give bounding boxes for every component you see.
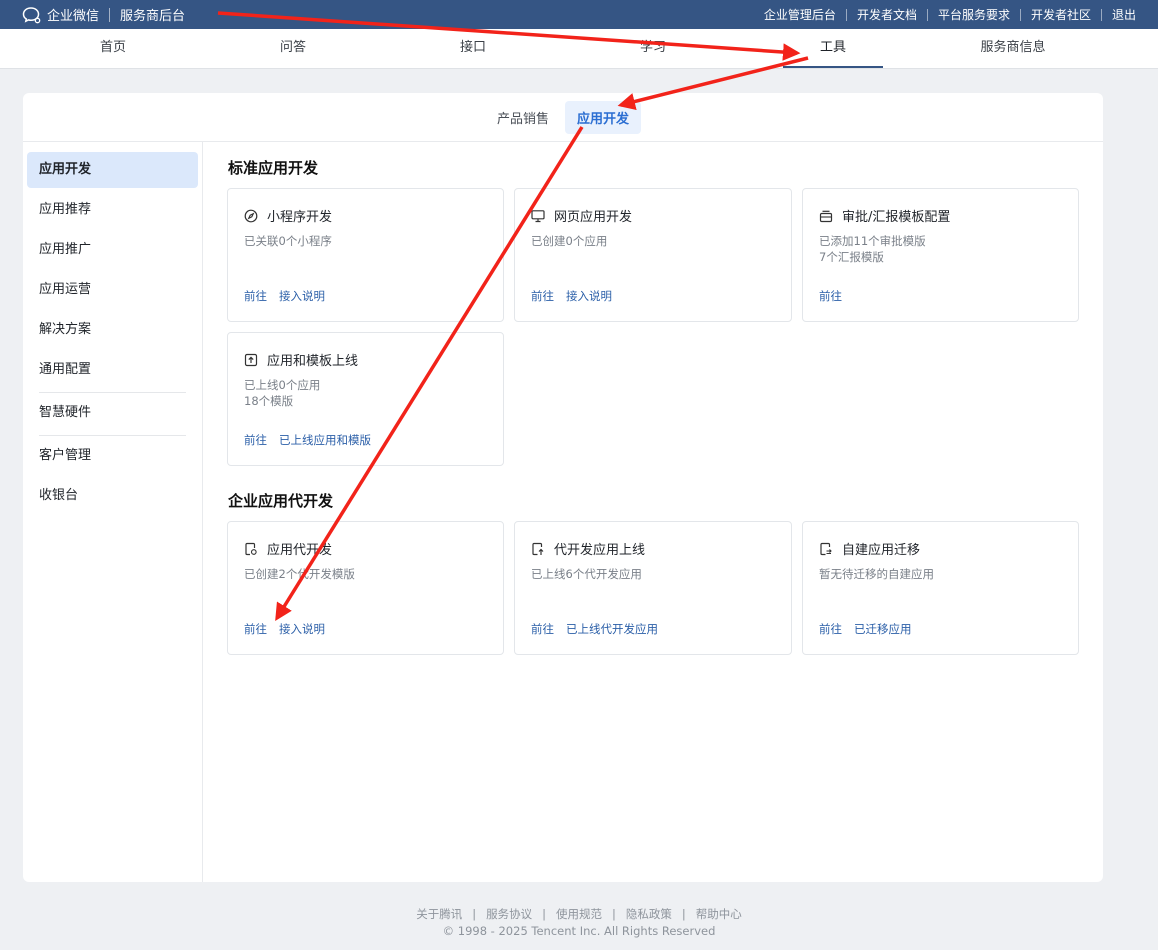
- footer-link-privacy[interactable]: 隐私政策: [626, 906, 672, 922]
- card-desc: 已关联0个小程序: [244, 234, 332, 248]
- goto-link[interactable]: 前往: [244, 288, 267, 304]
- sidebar-item-app-recommend[interactable]: 应用推荐: [27, 192, 198, 228]
- card-miniprogram: 小程序开发 已关联0个小程序 前往 接入说明: [227, 188, 504, 322]
- goto-link[interactable]: 前往: [244, 621, 267, 637]
- footer-link-usage-rules[interactable]: 使用规范: [556, 906, 602, 922]
- doc-gear-icon: [245, 542, 257, 555]
- link-service-requirements[interactable]: 平台服务要求: [938, 6, 1010, 23]
- goto-link[interactable]: 前往: [531, 288, 554, 304]
- online-custom-apps-link[interactable]: 已上线代开发应用: [566, 621, 658, 637]
- section-title-custom-dev: 企业应用代开发: [228, 492, 334, 510]
- sidebar-item-smart-hardware[interactable]: 智慧硬件: [27, 395, 198, 431]
- goto-link[interactable]: 前往: [819, 621, 842, 637]
- card-app-template-online: 应用和模板上线 已上线0个应用 18个模版 前往 已上线应用和模版: [227, 332, 504, 466]
- card-title: 代开发应用上线: [554, 543, 646, 558]
- card-web-app: 网页应用开发 已创建0个应用 前往 接入说明: [514, 188, 792, 322]
- footer-link-agreement[interactable]: 服务协议: [486, 906, 532, 922]
- section-title-standard: 标准应用开发: [228, 159, 319, 177]
- sub-tabs: 产品销售 应用开发: [23, 93, 1103, 142]
- card-title: 小程序开发: [267, 210, 333, 225]
- nav-api[interactable]: 接口: [383, 29, 563, 68]
- doc-migrate-icon: [820, 542, 832, 555]
- goto-link[interactable]: 前往: [531, 621, 554, 637]
- brand-subtitle: 服务商后台: [120, 9, 186, 24]
- divider: |: [472, 907, 477, 921]
- card-approval-template: 审批/汇报模板配置 已添加11个审批模版 7个汇报模版 前往: [802, 188, 1079, 322]
- divider: [1019, 8, 1021, 21]
- guide-link[interactable]: 接入说明: [279, 288, 325, 304]
- footer-link-about[interactable]: 关于腾讯: [416, 906, 462, 922]
- nav-tools[interactable]: 工具: [743, 29, 923, 68]
- main-panel: 产品销售 应用开发 应用开发 应用推荐 应用推广 应用运营 解决方案 通用配置 …: [23, 93, 1103, 882]
- nav-home[interactable]: 首页: [23, 29, 203, 68]
- top-links: 企业管理后台 开发者文档 平台服务要求 开发者社区 退出: [764, 6, 1136, 23]
- card-desc: 暂无待迁移的自建应用: [819, 567, 934, 581]
- upload-icon: [244, 353, 258, 366]
- copyright: © 1998 - 2025 Tencent Inc. All Rights Re…: [442, 924, 716, 938]
- divider: [845, 8, 847, 21]
- nav-provider-info[interactable]: 服务商信息: [923, 29, 1103, 68]
- sidebar-divider: [39, 392, 186, 393]
- card-desc: 已添加11个审批模版 7个汇报模版: [819, 234, 926, 264]
- card-title: 网页应用开发: [554, 210, 633, 225]
- doc-upload-icon: [532, 542, 544, 555]
- tab-product-sales[interactable]: 产品销售: [485, 101, 561, 134]
- sidebar-item-general-config[interactable]: 通用配置: [27, 352, 198, 388]
- card-title: 审批/汇报模板配置: [842, 210, 951, 225]
- card-custom-dev-online: 代开发应用上线 已上线6个代开发应用 前往 已上线代开发应用: [514, 521, 792, 655]
- tab-app-development[interactable]: 应用开发: [565, 100, 642, 134]
- nav-learn[interactable]: 学习: [563, 29, 743, 68]
- guide-link[interactable]: 接入说明: [566, 288, 612, 304]
- brand-name: 企业微信: [47, 9, 100, 24]
- divider: [926, 8, 928, 21]
- brand-divider: [109, 7, 111, 22]
- card-custom-dev: 应用代开发 已创建2个代开发模版 前往 接入说明: [227, 521, 504, 655]
- card-grid-standard: 小程序开发 已关联0个小程序 前往 接入说明 网页应用开发 已创建0个应用 前往…: [227, 188, 1079, 466]
- footer: 关于腾讯 | 服务协议 | 使用规范 | 隐私政策 | 帮助中心 © 1998 - 20…: [0, 906, 1158, 938]
- inbox-icon: [819, 210, 833, 222]
- link-logout[interactable]: 退出: [1112, 6, 1136, 23]
- link-dev-community[interactable]: 开发者社区: [1031, 6, 1091, 23]
- top-bar: 企业微信 服务商后台 企业管理后台 开发者文档 平台服务要求 开发者社区 退出: [0, 0, 1158, 29]
- link-admin-console[interactable]: 企业管理后台: [764, 6, 836, 23]
- sidebar-item-app-dev[interactable]: 应用开发: [27, 152, 198, 188]
- card-grid-custom-dev: 应用代开发 已创建2个代开发模版 前往 接入说明 代开发应用上线 已上线6个代开…: [227, 521, 1079, 655]
- sidebar-item-app-operate[interactable]: 应用运营: [27, 272, 198, 308]
- compass-icon: [244, 209, 258, 222]
- divider: |: [612, 907, 616, 921]
- link-dev-docs[interactable]: 开发者文档: [857, 6, 917, 23]
- card-title: 自建应用迁移: [842, 543, 921, 558]
- sidebar-item-app-promote[interactable]: 应用推广: [27, 232, 198, 268]
- footer-link-help[interactable]: 帮助中心: [696, 906, 742, 922]
- card-desc: 已创建0个应用: [531, 234, 608, 248]
- monitor-icon: [531, 209, 545, 222]
- online-apps-link[interactable]: 已上线应用和模版: [279, 432, 371, 448]
- card-self-built-migrate: 自建应用迁移 暂无待迁移的自建应用 前往 已迁移应用: [802, 521, 1079, 655]
- main-nav: 首页 问答 接口 学习 工具 服务商信息: [0, 29, 1158, 69]
- goto-link[interactable]: 前往: [244, 432, 267, 448]
- sidebar-item-cashier[interactable]: 收银台: [27, 478, 198, 514]
- sidebar-item-solutions[interactable]: 解决方案: [27, 312, 198, 348]
- goto-link[interactable]: 前往: [819, 288, 842, 304]
- divider: |: [542, 907, 546, 921]
- card-title: 应用和模板上线: [267, 354, 359, 369]
- guide-link[interactable]: 接入说明: [279, 621, 325, 637]
- content-area: 标准应用开发 小程序开发 已关联0个小程序 前往 接入说明 网页应用开发 已创建…: [203, 142, 1103, 882]
- wecom-logo-icon: [22, 6, 41, 23]
- brand[interactable]: 企业微信 服务商后台: [22, 5, 185, 24]
- divider: [1100, 8, 1102, 21]
- sidebar: 应用开发 应用推荐 应用推广 应用运营 解决方案 通用配置 智慧硬件 客户管理 …: [23, 142, 203, 882]
- migrated-apps-link[interactable]: 已迁移应用: [854, 621, 912, 637]
- sidebar-divider: [39, 435, 186, 436]
- card-desc: 已创建2个代开发模版: [244, 567, 355, 581]
- card-desc: 已上线6个代开发应用: [531, 567, 642, 581]
- sidebar-item-customer-mgmt[interactable]: 客户管理: [27, 438, 198, 474]
- card-desc: 已上线0个应用 18个模版: [244, 378, 321, 408]
- nav-qa[interactable]: 问答: [203, 29, 383, 68]
- card-title: 应用代开发: [267, 543, 333, 558]
- divider: |: [681, 907, 686, 921]
